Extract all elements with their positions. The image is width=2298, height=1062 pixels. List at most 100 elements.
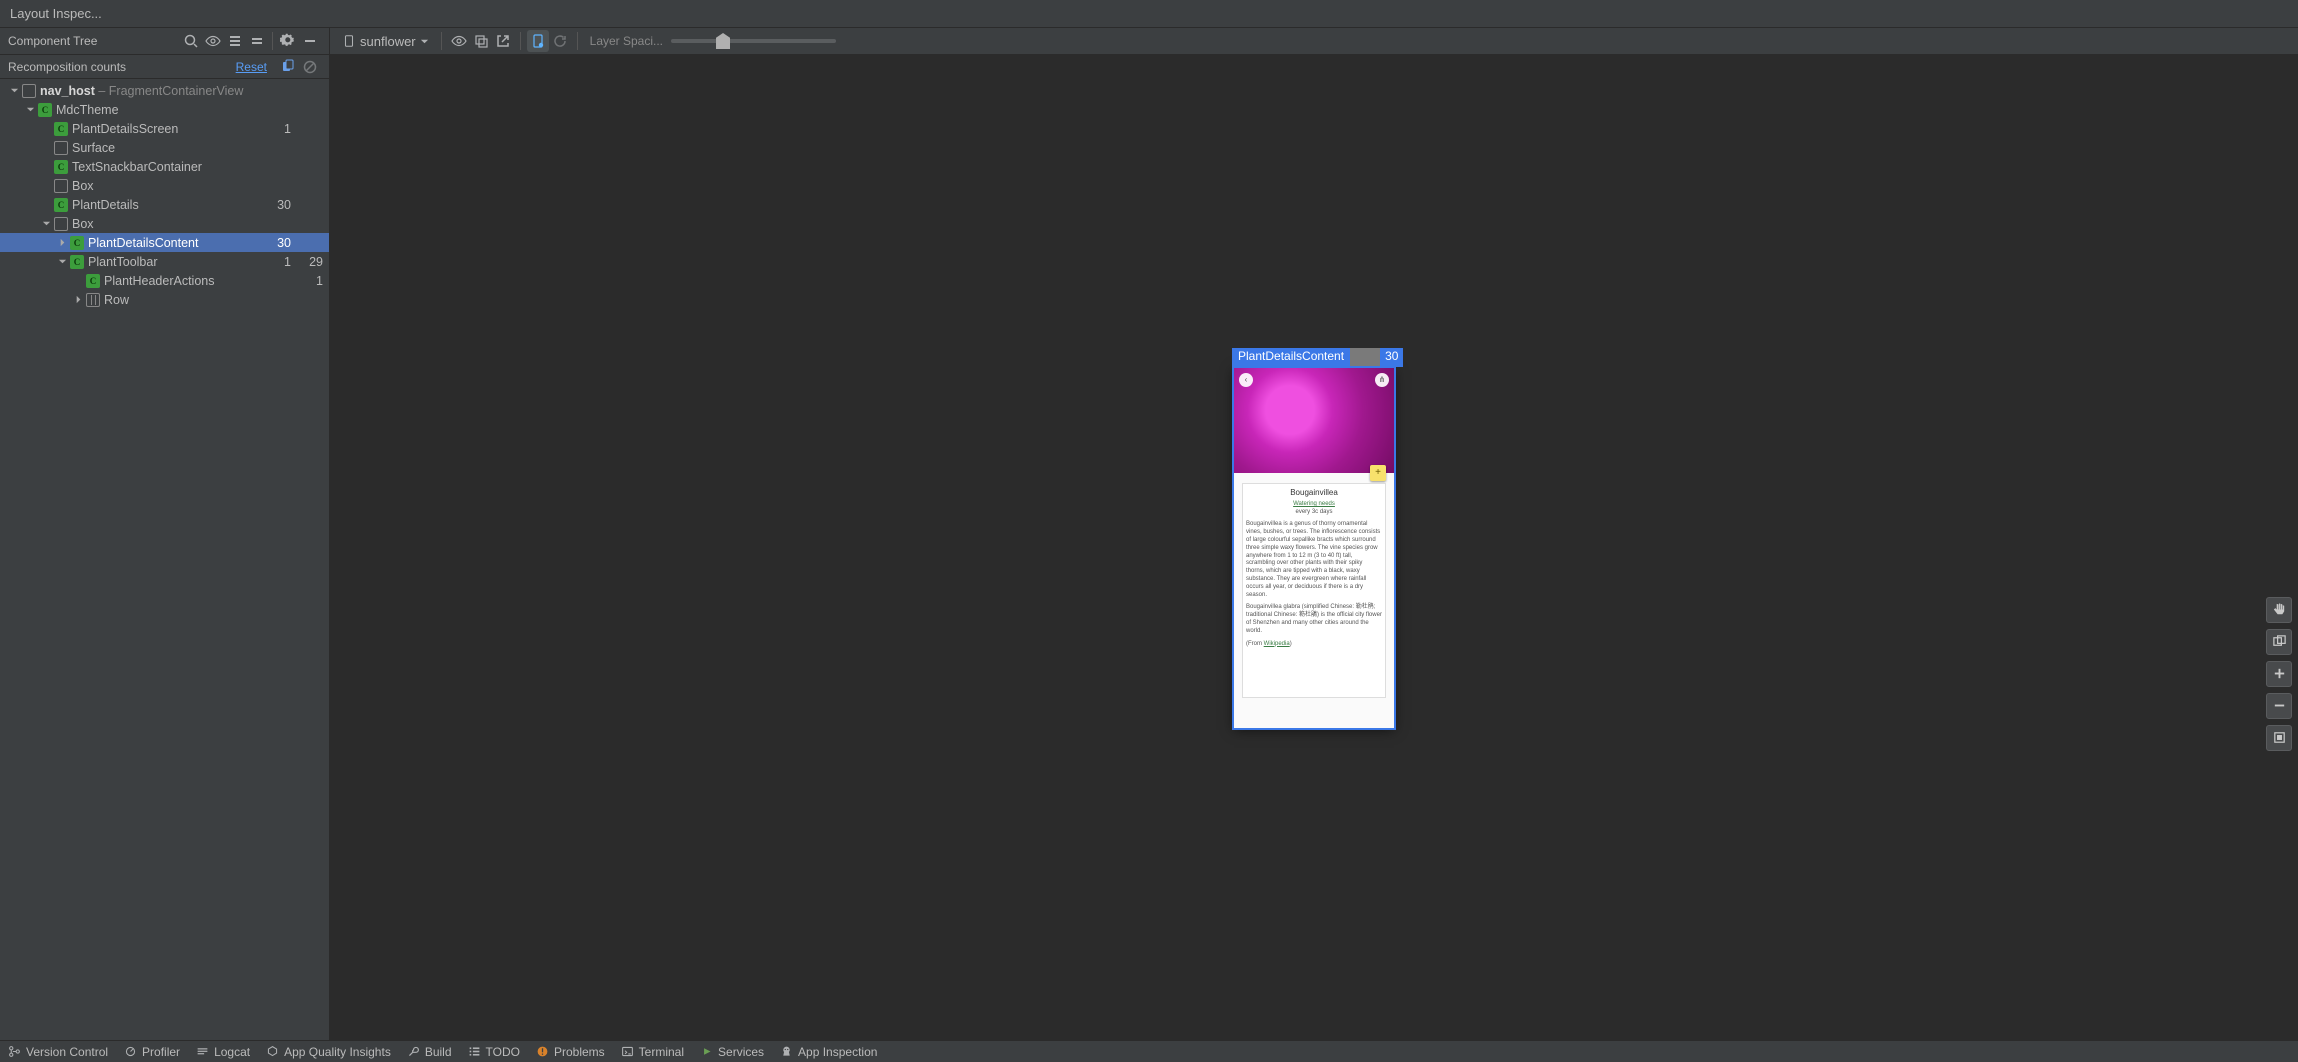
tree-row[interactable]: C PlantDetailsContent30 (0, 233, 329, 252)
back-icon[interactable]: ‹ (1239, 373, 1253, 387)
zoom-in-icon[interactable] (2266, 661, 2292, 687)
tool-window-titlebar: Layout Inspec... (0, 0, 2298, 28)
recomposition-counts: 129 (267, 255, 323, 269)
refresh-icon[interactable] (549, 30, 571, 52)
tree-row[interactable]: C MdcTheme (0, 100, 329, 119)
source-line: (From Wikipedia) (1246, 641, 1382, 649)
plant-title: Bougainvillea (1246, 488, 1382, 498)
gear-icon[interactable] (277, 30, 299, 52)
chevron-placeholder (40, 123, 52, 135)
live-updates-icon[interactable] (527, 30, 549, 52)
layout-node-icon (54, 179, 68, 193)
selection-name: PlantDetailsContent (1232, 348, 1350, 367)
node-name: Box (72, 179, 267, 193)
recomposition-label: Recomposition counts (8, 60, 236, 74)
layer-spacing-slider[interactable] (671, 39, 836, 43)
reset-link[interactable]: Reset (236, 60, 267, 74)
device-preview[interactable]: PlantDetailsContent 30 ‹ ⋔ + Bougainvill… (1234, 368, 1394, 728)
add-fab[interactable]: + (1370, 465, 1386, 481)
layout-node-icon (22, 84, 36, 98)
recomposition-counts: 30 (267, 198, 323, 212)
process-name: sunflower (360, 34, 416, 49)
tree-row[interactable]: Row (0, 290, 329, 309)
zoom-fit-icon[interactable] (2266, 725, 2292, 751)
bottom-tool-bar: Version Control Profiler Logcat App Quality… (0, 1040, 2298, 1062)
node-name: MdcTheme (56, 103, 267, 117)
tree-row[interactable]: Surface (0, 138, 329, 157)
separator (272, 32, 273, 50)
tree-row[interactable]: Box (0, 214, 329, 233)
chevron-right-icon[interactable] (56, 237, 68, 249)
component-tree-title: Component Tree (8, 34, 180, 48)
recomposition-counts: 1 (267, 274, 323, 288)
recomposition-counts: 30 (267, 236, 323, 250)
tree-row[interactable]: CPlantToolbar129 (0, 252, 329, 271)
tool-window-title: Layout Inspec... (10, 6, 102, 21)
cancel-icon[interactable] (299, 56, 321, 78)
bottom-tab-app-inspection[interactable]: App Inspection (780, 1045, 877, 1059)
component-tree[interactable]: nav_host – FragmentContainerView C MdcThem… (0, 79, 329, 1040)
plant-card: Bougainvillea Watering needs every 3c da… (1242, 483, 1386, 698)
tree-row[interactable]: CPlantDetails30 (0, 195, 329, 214)
separator (520, 32, 521, 50)
bottom-tab-todo[interactable]: TODO (468, 1045, 520, 1059)
visibility-icon[interactable] (202, 30, 224, 52)
node-name: Box (72, 217, 267, 231)
wikipedia-link[interactable]: Wikipedia (1264, 641, 1290, 647)
minimize-icon[interactable] (299, 30, 321, 52)
process-selector[interactable]: sunflower (336, 30, 435, 52)
chevron-down-icon[interactable] (56, 256, 68, 268)
separator (441, 32, 442, 50)
chevron-down-icon[interactable] (8, 85, 20, 97)
chevron-placeholder (40, 142, 52, 154)
separator (577, 32, 578, 50)
zoom-out-icon[interactable] (2266, 693, 2292, 719)
tree-row[interactable]: CPlantHeaderActions1 (0, 271, 329, 290)
row-node-icon (86, 293, 100, 307)
bottom-tab-profiler[interactable]: Profiler (124, 1045, 180, 1059)
copy-icon[interactable] (277, 56, 299, 78)
layout-node-icon (54, 141, 68, 155)
chevron-down-icon[interactable] (24, 104, 36, 116)
layout-node-icon (54, 217, 68, 231)
bottom-tab-build[interactable]: Build (407, 1045, 452, 1059)
bottom-tab-terminal[interactable]: Terminal (621, 1045, 684, 1059)
bottom-tab-services[interactable]: Services (700, 1045, 764, 1059)
node-name: Surface (72, 141, 267, 155)
compose-node-icon: C (38, 103, 52, 117)
bottom-tab-app-quality-insights[interactable]: App Quality Insights (266, 1045, 391, 1059)
selection-label: PlantDetailsContent 30 (1232, 348, 1403, 367)
pan-icon[interactable] (2266, 597, 2292, 623)
share-icon[interactable]: ⋔ (1375, 373, 1389, 387)
node-name: Row (104, 293, 267, 307)
component-tree-panel: Component Tree (0, 28, 330, 1040)
tree-row[interactable]: CPlantDetailsScreen1 (0, 119, 329, 138)
visibility-icon[interactable] (448, 30, 470, 52)
bottom-tab-logcat[interactable]: Logcat (196, 1045, 250, 1059)
tree-row[interactable]: CTextSnackbarContainer (0, 157, 329, 176)
tree-row[interactable]: Box (0, 176, 329, 195)
recomposition-counts: 1 (267, 122, 323, 136)
snapshot-icon[interactable] (470, 30, 492, 52)
layout-canvas[interactable]: PlantDetailsContent 30 ‹ ⋔ + Bougainvill… (330, 55, 2298, 1040)
layout-canvas-panel: sunflower (330, 28, 2298, 1040)
plant-description-1: Bougainvillea is a genus of thorny ornam… (1246, 521, 1382, 599)
open-external-icon[interactable] (492, 30, 514, 52)
chevron-down-icon[interactable] (40, 218, 52, 230)
tree-row[interactable]: nav_host – FragmentContainerView (0, 81, 329, 100)
compose-node-icon: C (70, 236, 84, 250)
canvas-controls (2266, 597, 2292, 751)
search-icon[interactable] (180, 30, 202, 52)
node-name: PlantDetailsContent (88, 236, 267, 250)
node-name: TextSnackbarContainer (72, 160, 267, 174)
expand-icon[interactable] (224, 30, 246, 52)
chevron-placeholder (40, 161, 52, 173)
node-name: PlantHeaderActions (104, 274, 267, 288)
layers-icon[interactable] (2266, 629, 2292, 655)
chevron-right-icon[interactable] (72, 294, 84, 306)
compose-node-icon: C (54, 122, 68, 136)
collapse-icon[interactable] (246, 30, 268, 52)
bottom-tab-problems[interactable]: Problems (536, 1045, 605, 1059)
bottom-tab-version-control[interactable]: Version Control (8, 1045, 108, 1059)
plant-image: ‹ ⋔ (1234, 368, 1394, 473)
